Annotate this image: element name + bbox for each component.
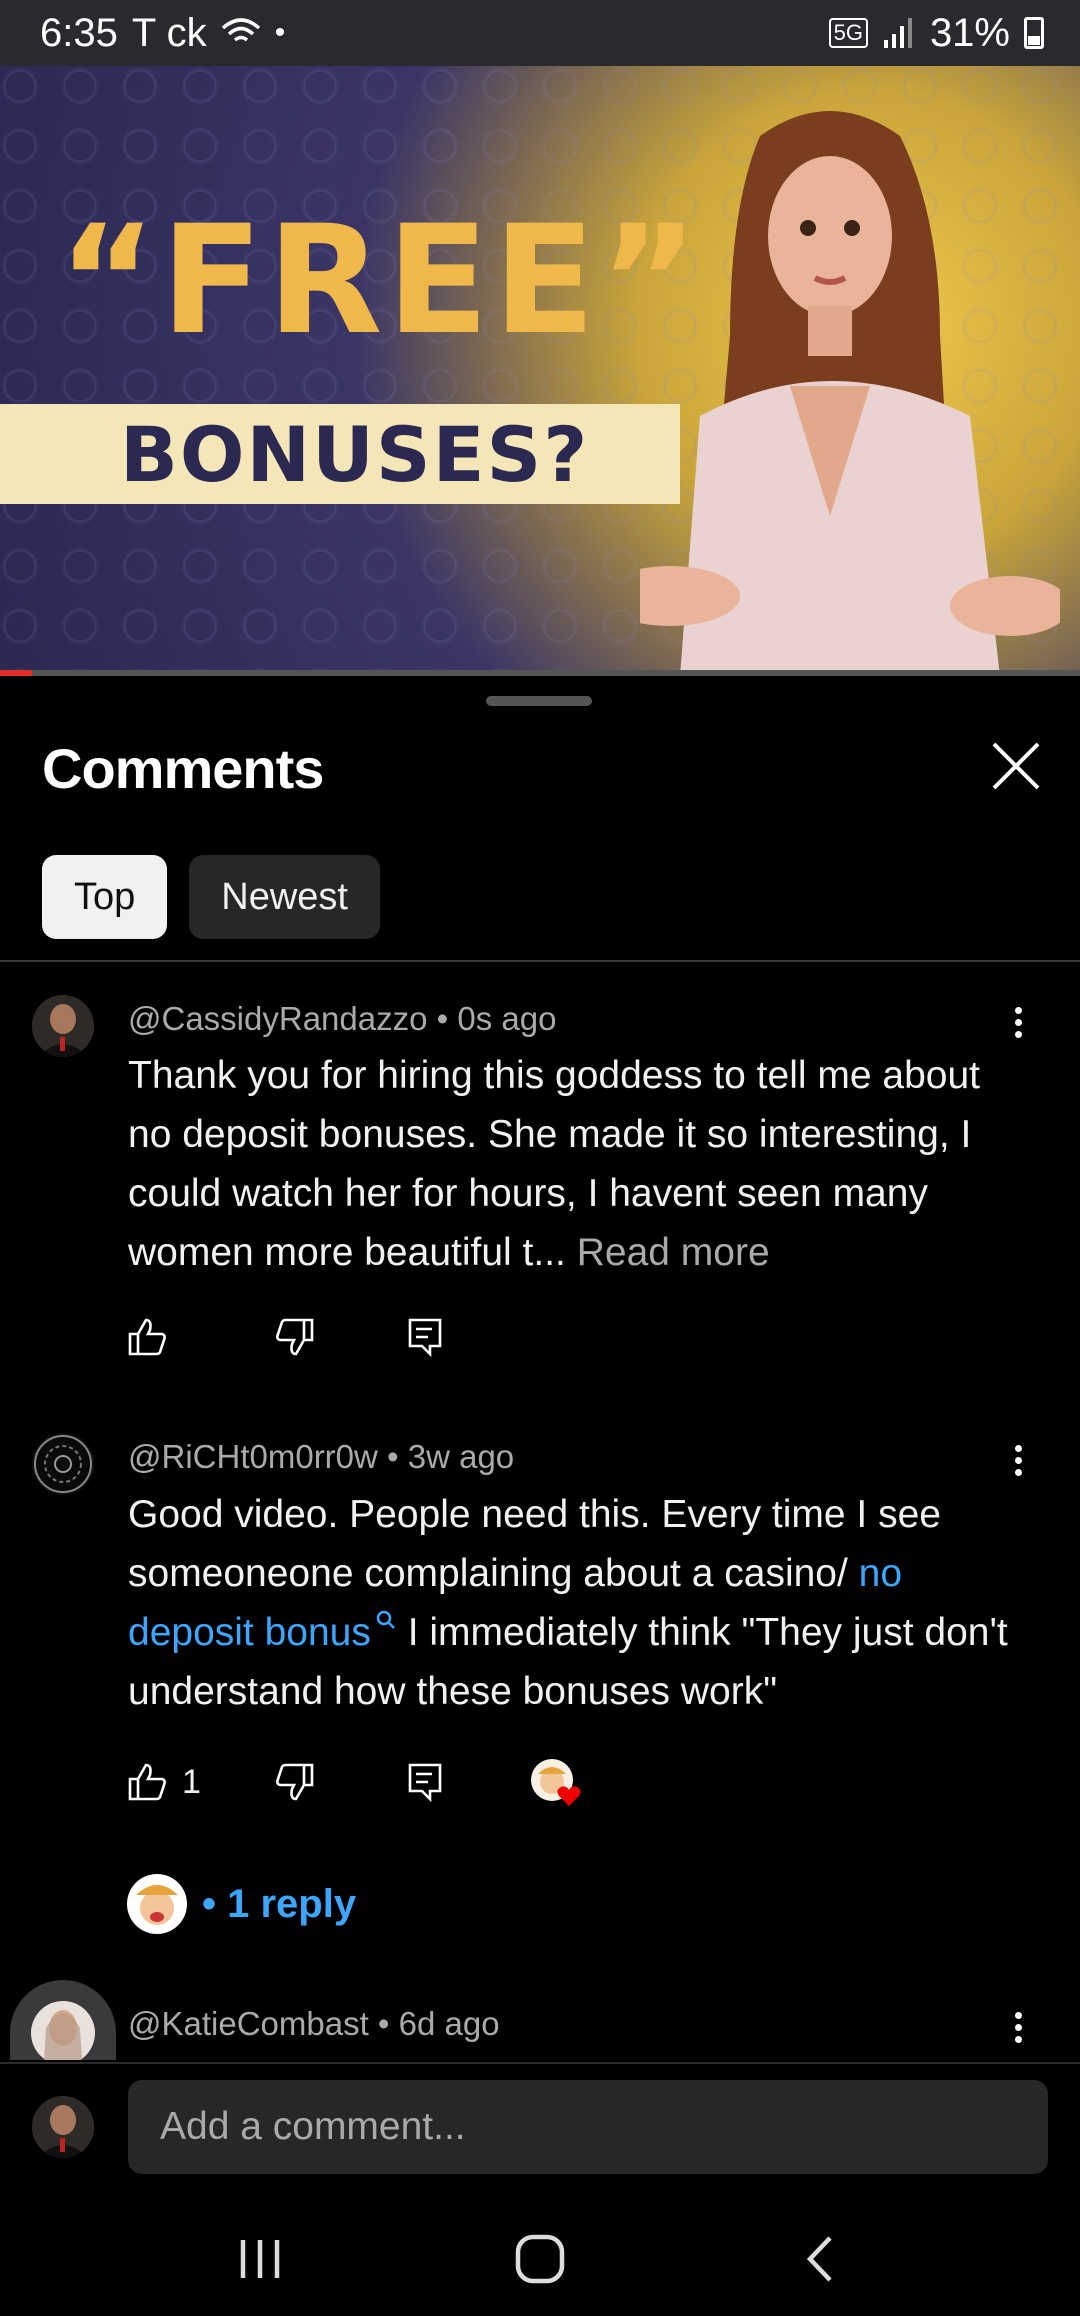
dislike-button[interactable] [274,1316,404,1358]
thumb-up-icon [128,1763,166,1801]
avatar-image [32,2096,94,2158]
avatar[interactable] [32,995,94,1057]
video-player[interactable]: “FREE” BONUSES? [0,66,1080,674]
recent-apps-button[interactable] [220,2224,300,2294]
comment-author[interactable]: @CassidyRandazzo [128,1000,427,1037]
video-progress-bar[interactable] [0,670,1080,676]
comment-author[interactable]: @KatieCombast [128,2005,369,2042]
comment-meta: @CassidyRandazzo • 0s ago [128,1000,557,1037]
panel-title: Comments [42,737,324,800]
comment-text: Thank you for hiring this goddess to tel… [128,1046,1008,1282]
reply-icon [408,1318,442,1358]
drag-handle[interactable] [486,696,592,706]
close-icon[interactable] [984,734,1048,798]
battery-percent: 31% [929,10,1010,55]
comment-time: 0s ago [457,1000,557,1037]
thumb-down-icon [276,1763,314,1801]
search-icon [376,1610,395,1629]
like-count: 1 [182,1762,201,1801]
recent-apps-icon [240,2240,280,2278]
status-bar: 6:35 T ck • 5G 31% [0,0,1080,66]
heart-icon [557,1786,581,1806]
signal-icon [883,18,912,48]
thumbnail-title-line2: BONUSES? [120,410,590,499]
chip-newest[interactable]: Newest [189,855,380,939]
more-vert-icon[interactable] [1000,1002,1036,1048]
add-comment-input[interactable]: Add a comment... [128,2080,1048,2174]
progress-fill [0,670,33,676]
system-nav-bar [0,2202,1080,2316]
home-icon [515,2234,565,2284]
like-button[interactable] [126,1316,274,1358]
comment-author[interactable]: @RiCHt0m0rr0w [128,1438,378,1475]
thumb-down-icon [276,1318,314,1356]
like-button[interactable]: 1 [126,1761,274,1803]
avatar-image [34,1435,92,1493]
comment-meta: @KatieCombast • 6d ago [128,2005,500,2042]
battery-icon [1024,17,1044,49]
status-left: 6:35 T ck • [40,11,285,56]
reply-icon [408,1763,442,1803]
sort-chips: Top Newest [42,855,380,939]
more-vert-icon[interactable] [1000,1440,1036,1486]
comment-body: Thank you for hiring this goddess to tel… [128,1054,980,1274]
comment-time: 3w ago [407,1438,515,1475]
thumb-up-icon [128,1318,166,1356]
view-replies-button[interactable]: • 1 reply [126,1873,356,1935]
home-button[interactable] [500,2224,580,2294]
avatar[interactable] [10,1980,116,2060]
network-type: 5G [828,18,868,48]
more-vert-icon[interactable] [1000,2007,1036,2053]
dislike-button[interactable] [274,1761,404,1803]
comment-time: 6d ago [398,2005,500,2042]
read-more-link[interactable]: Read more [577,1231,770,1274]
thumbnail-title-line1: “FREE” [58,194,703,368]
chip-top[interactable]: Top [42,855,168,939]
back-button[interactable] [780,2224,860,2294]
carrier-icons: T ck [131,10,207,55]
back-icon [806,2236,832,2282]
creator-heart [530,1758,581,1806]
avatar-image [31,2001,95,2060]
status-right: 5G 31% [828,10,1044,56]
comment-actions: 1 [126,1758,581,1806]
comment-actions [126,1316,446,1358]
comment-meta: @RiCHt0m0rr0w • 3w ago [128,1438,515,1475]
user-avatar [32,2096,94,2158]
reply-button[interactable] [404,1316,446,1358]
comment-text: Good video. People need this. Every time… [128,1485,1008,1721]
dot-indicator: • [274,16,286,49]
replies-label: • 1 reply [202,1881,357,1926]
wifi-icon [221,18,260,42]
avatar-image [32,995,94,1057]
presenter-image [640,111,1060,674]
reply-button[interactable] [404,1761,530,1803]
avatar[interactable] [32,1433,94,1495]
clock: 6:35 [40,10,118,55]
replier-avatar [127,1874,187,1934]
comment-body-before: Good video. People need this. Every time… [128,1493,941,1595]
divider [0,960,1080,962]
